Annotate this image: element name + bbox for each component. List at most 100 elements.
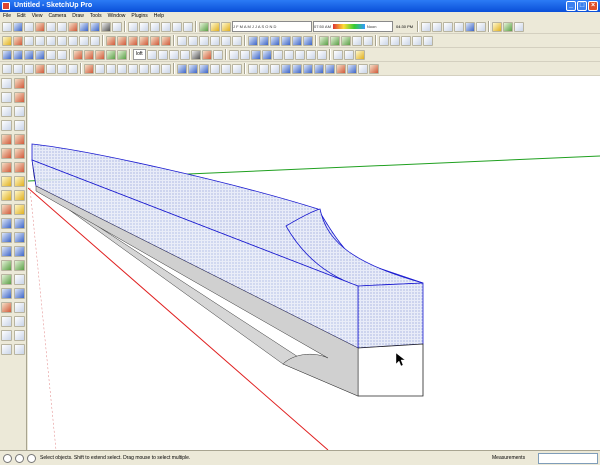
sandbox-icon[interactable]: [492, 21, 503, 32]
left-circle-icon[interactable]: [1, 106, 12, 117]
open-file-icon[interactable]: [13, 21, 23, 32]
polyline-icon[interactable]: [13, 49, 23, 60]
terrain-icon[interactable]: [503, 21, 514, 32]
line-icon[interactable]: [46, 35, 56, 46]
split-icon[interactable]: [423, 35, 433, 46]
union-icon[interactable]: [379, 35, 389, 46]
line-dropdown-icon[interactable]: [13, 63, 23, 74]
move-icon[interactable]: [106, 35, 116, 46]
position-camera-icon[interactable]: [341, 35, 351, 46]
left-select-icon[interactable]: [1, 78, 12, 89]
profile-icon[interactable]: [270, 63, 280, 74]
minimize-icon[interactable]: _: [566, 1, 576, 11]
text-icon[interactable]: [210, 35, 220, 46]
left-line-icon[interactable]: [14, 92, 25, 103]
menu-plugins[interactable]: Plugins: [131, 12, 147, 20]
left-scale-icon[interactable]: [1, 162, 12, 173]
help-icon[interactable]: [27, 453, 36, 463]
left-3dtext-icon[interactable]: [14, 204, 25, 215]
pan-icon[interactable]: [259, 35, 269, 46]
outliner-icon[interactable]: [261, 49, 272, 60]
menu-help[interactable]: Help: [154, 12, 164, 20]
left-polygon-icon[interactable]: [1, 120, 12, 131]
left-scenes-icon[interactable]: [14, 316, 25, 327]
left-components-icon[interactable]: [1, 302, 12, 313]
guide-icon[interactable]: [46, 63, 56, 74]
undo-push-pull-icon[interactable]: [190, 49, 201, 60]
box-stretch-icon[interactable]: [150, 63, 160, 74]
layer-icon[interactable]: [250, 49, 261, 60]
drape-icon[interactable]: [514, 21, 525, 32]
left-section-icon[interactable]: [14, 274, 25, 285]
left-outliner-icon[interactable]: [1, 330, 12, 341]
left-tape-icon[interactable]: [1, 176, 12, 187]
front-view-icon[interactable]: [150, 21, 160, 32]
left-axes-icon[interactable]: [1, 204, 12, 215]
section-display-icon[interactable]: [363, 35, 373, 46]
left-freehand-icon[interactable]: [14, 120, 25, 131]
credits-icon[interactable]: [15, 453, 24, 463]
section-plane-icon[interactable]: [352, 35, 362, 46]
subtract-icon[interactable]: [390, 35, 400, 46]
zoom-extents-icon[interactable]: [292, 35, 302, 46]
reflect-icon[interactable]: [347, 63, 357, 74]
undo-icon[interactable]: [79, 21, 89, 32]
polygon-icon[interactable]: [79, 35, 89, 46]
left-pushpull-icon[interactable]: [14, 134, 25, 145]
redo-icon[interactable]: [90, 21, 100, 32]
cut-icon[interactable]: [35, 21, 45, 32]
fillet-icon[interactable]: [84, 63, 94, 74]
fog-icon[interactable]: [305, 49, 316, 60]
left-offset-icon[interactable]: [14, 162, 25, 173]
add-location-icon[interactable]: [199, 21, 209, 32]
left-view-icon[interactable]: [183, 21, 193, 32]
solid-tools-icon[interactable]: [332, 49, 343, 60]
edge-dropdown-icon[interactable]: [24, 63, 34, 74]
left-camera-icon[interactable]: [1, 274, 12, 285]
print-icon[interactable]: [101, 21, 111, 32]
eraser-icon[interactable]: [24, 35, 34, 46]
record-icon[interactable]: [201, 49, 212, 60]
tape-measure-icon[interactable]: [177, 35, 187, 46]
weld-icon[interactable]: [128, 63, 138, 74]
scale-icon[interactable]: [150, 35, 160, 46]
menu-edit[interactable]: Edit: [17, 12, 26, 20]
subdivide-icon[interactable]: [281, 63, 291, 74]
menu-camera[interactable]: Camera: [48, 12, 66, 20]
georeference-icon[interactable]: [3, 453, 12, 463]
zoom-icon[interactable]: [270, 35, 280, 46]
dimension-icon[interactable]: [188, 35, 198, 46]
trim-icon[interactable]: [412, 35, 422, 46]
normal-push-pull-icon[interactable]: [179, 49, 190, 60]
left-arc-icon[interactable]: [14, 106, 25, 117]
cubic-bezier-icon[interactable]: [57, 49, 67, 60]
tube-icon[interactable]: [161, 63, 171, 74]
zoom-window-icon[interactable]: [281, 35, 291, 46]
joint-push-pull-icon[interactable]: [157, 49, 168, 60]
left-rotate-icon[interactable]: [1, 148, 12, 159]
left-paint-icon[interactable]: [14, 78, 25, 89]
model-viewport[interactable]: [28, 76, 600, 450]
protractor-icon[interactable]: [199, 35, 209, 46]
grid-icon[interactable]: [57, 63, 67, 74]
menu-view[interactable]: View: [32, 12, 43, 20]
arc-icon[interactable]: [68, 35, 78, 46]
display-shadows-icon[interactable]: [221, 21, 231, 32]
menu-draw[interactable]: Draw: [72, 12, 84, 20]
match-photo-icon[interactable]: [316, 49, 327, 60]
play-icon[interactable]: [212, 49, 223, 60]
monochrome-icon[interactable]: [476, 21, 487, 32]
left-pan-icon[interactable]: [14, 218, 25, 229]
slice-icon[interactable]: [248, 63, 258, 74]
catmull-icon[interactable]: [46, 49, 56, 60]
left-layers-icon[interactable]: [1, 316, 12, 327]
group-icon[interactable]: [239, 49, 250, 60]
skin-icon[interactable]: [84, 49, 94, 60]
left-orbit-icon[interactable]: [1, 218, 12, 229]
shaded-icon[interactable]: [454, 21, 465, 32]
fredo-scale-icon[interactable]: [139, 63, 149, 74]
left-zoomextents-icon[interactable]: [1, 246, 12, 257]
left-lookaround-icon[interactable]: [14, 260, 25, 271]
left-zoomwindow-icon[interactable]: [14, 232, 25, 243]
loft-along-path-icon[interactable]: [95, 49, 105, 60]
